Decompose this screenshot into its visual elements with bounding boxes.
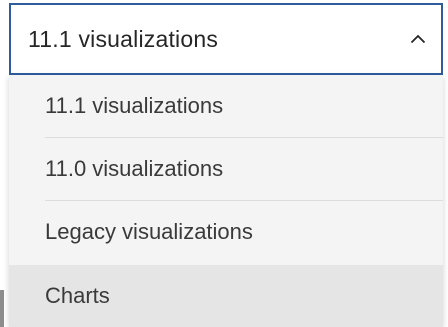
option-11-1-visualizations[interactable]: 11.1 visualizations — [9, 75, 443, 137]
option-label: Legacy visualizations — [45, 219, 253, 244]
dropdown-menu: 11.1 visualizations 11.0 visualizations … — [9, 75, 443, 327]
option-label: 11.0 visualizations — [45, 156, 224, 181]
option-label: Charts — [45, 283, 110, 308]
option-11-0-visualizations[interactable]: 11.0 visualizations — [9, 138, 443, 200]
chevron-up-icon — [409, 30, 427, 48]
selected-value: 11.1 visualizations — [28, 25, 219, 52]
visualization-dropdown-trigger[interactable]: 11.1 visualizations — [9, 3, 443, 75]
left-edge — [0, 0, 9, 327]
option-charts[interactable]: Charts — [9, 265, 443, 327]
option-label: 11.1 visualizations — [45, 93, 224, 118]
background-edge-mark — [0, 290, 4, 327]
visualization-type-selector: 11.1 visualizations 11.1 visualizations … — [0, 0, 448, 327]
option-legacy-visualizations[interactable]: Legacy visualizations — [9, 201, 443, 263]
